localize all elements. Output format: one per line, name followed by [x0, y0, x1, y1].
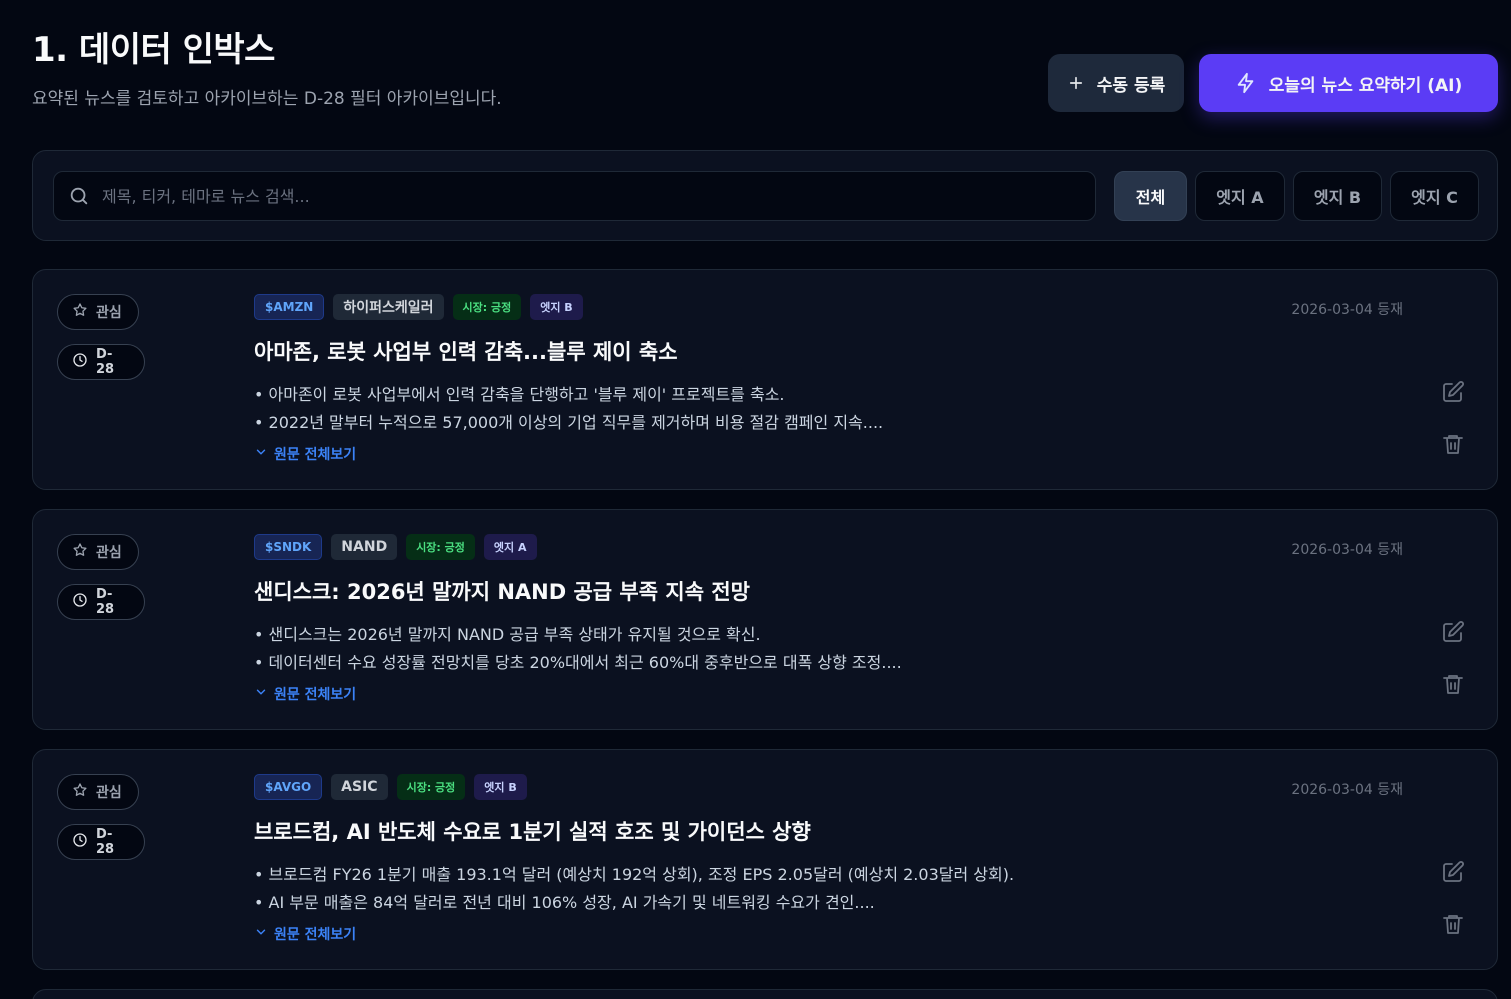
edge-tag: 엣지 B: [530, 294, 583, 320]
news-title: 브로드컴, AI 반도체 수요로 1분기 실적 호조 및 가이던스 상향: [254, 820, 811, 844]
market-sentiment-tag: 시장: 긍정: [396, 774, 466, 800]
manual-register-button[interactable]: 수동 등록: [1048, 54, 1184, 112]
dday-badge: D-28: [57, 584, 145, 620]
registered-date: 2026-03-04 등재: [1291, 782, 1403, 798]
clock-icon: [72, 832, 88, 852]
news-title: 아마존, 로봇 사업부 인력 감축...블루 제이 축소: [254, 340, 678, 364]
star-icon: [72, 542, 88, 562]
summary-bullet: • 아마존이 로봇 사업부에서 인력 감축을 단행하고 '블루 제이' 프로젝트…: [254, 385, 785, 404]
ticker-tag: $SNDK: [254, 534, 323, 560]
trash-icon[interactable]: [1441, 432, 1465, 456]
registered-date: 2026-03-04 등재: [1291, 302, 1403, 318]
market-sentiment-tag: 시장: 긍정: [406, 534, 475, 560]
news-card: 관심 D-28 $AVGO ASIC 시장: 긍정 엣지 B 2026-03-0…: [32, 749, 1498, 970]
chevron-down-icon: [254, 685, 268, 703]
manual-register-label: 수동 등록: [1096, 75, 1166, 96]
tag-row: $AVGO ASIC 시장: 긍정 엣지 B: [254, 774, 527, 800]
ai-summarize-button[interactable]: 오늘의 뉴스 요약하기 (AI): [1199, 54, 1498, 112]
edit-icon[interactable]: [1441, 620, 1465, 644]
news-title: 샌디스크: 2026년 말까지 NAND 공급 부족 지속 전망: [254, 580, 750, 604]
dday-badge: D-28: [57, 344, 145, 380]
summary-bullet: • 2022년 말부터 누적으로 57,000개 이상의 기업 직무를 제거하며…: [254, 413, 884, 432]
news-card-partial: [32, 989, 1498, 999]
filter-edge-b[interactable]: 엣지 B: [1293, 171, 1382, 221]
theme-tag: 하이퍼스케일러: [333, 294, 444, 320]
summary-bullets: • 브로드컴 FY26 1분기 매출 193.1억 달러 (예상치 192억 상…: [254, 861, 1014, 917]
filter-edge-a[interactable]: 엣지 A: [1195, 171, 1285, 221]
watch-toggle[interactable]: 관심: [57, 774, 139, 810]
clock-icon: [72, 592, 88, 612]
summary-bullet: • 샌디스크는 2026년 말까지 NAND 공급 부족 상태가 유지될 것으로…: [254, 625, 761, 644]
chevron-down-icon: [254, 445, 268, 463]
edge-tag: 엣지 B: [474, 774, 527, 800]
filter-edge-c[interactable]: 엣지 C: [1390, 171, 1479, 221]
dday-label: D-28: [96, 587, 115, 617]
filter-panel: 전체 엣지 A 엣지 B 엣지 C: [32, 150, 1498, 241]
watch-toggle[interactable]: 관심: [57, 534, 139, 570]
tag-row: $SNDK NAND 시장: 긍정 엣지 A: [254, 534, 537, 560]
summary-bullet: • 데이터센터 수요 성장률 전망치를 당초 20%대에서 최근 60%대 중후…: [254, 653, 902, 672]
ticker-tag: $AMZN: [254, 294, 325, 320]
page-title: 1. 데이터 인박스: [32, 30, 275, 70]
filter-all[interactable]: 전체: [1114, 171, 1187, 221]
watch-toggle[interactable]: 관심: [57, 294, 139, 330]
page-subtitle: 요약된 뉴스를 검토하고 아카이브하는 D-28 필터 아카이브입니다.: [32, 89, 502, 109]
ai-summarize-label: 오늘의 뉴스 요약하기 (AI): [1268, 75, 1463, 96]
search-icon: [68, 185, 90, 207]
news-card: 관심 D-28 $SNDK NAND 시장: 긍정 엣지 A 2026-03-0…: [32, 509, 1498, 730]
theme-tag: NAND: [331, 534, 398, 560]
edit-icon[interactable]: [1441, 380, 1465, 404]
plus-icon: [1067, 74, 1085, 92]
lightning-icon: [1235, 72, 1257, 94]
market-sentiment-tag: 시장: 긍정: [452, 294, 522, 320]
chevron-down-icon: [254, 925, 268, 943]
trash-icon[interactable]: [1441, 912, 1465, 936]
trash-icon[interactable]: [1441, 672, 1465, 696]
expand-original-link[interactable]: 원문 전체보기: [254, 444, 356, 464]
edge-tag: 엣지 A: [483, 534, 537, 560]
summary-bullets: • 샌디스크는 2026년 말까지 NAND 공급 부족 상태가 유지될 것으로…: [254, 621, 902, 677]
star-icon: [72, 782, 88, 802]
watch-label: 관심: [96, 545, 122, 561]
summary-bullets: • 아마존이 로봇 사업부에서 인력 감축을 단행하고 '블루 제이' 프로젝트…: [254, 381, 883, 437]
watch-label: 관심: [96, 305, 122, 321]
star-icon: [72, 302, 88, 322]
expand-label: 원문 전체보기: [274, 687, 357, 703]
edit-icon[interactable]: [1441, 860, 1465, 884]
expand-original-link[interactable]: 원문 전체보기: [254, 924, 356, 944]
theme-tag: ASIC: [331, 774, 388, 800]
expand-label: 원문 전체보기: [274, 447, 357, 463]
expand-original-link[interactable]: 원문 전체보기: [254, 684, 356, 704]
expand-label: 원문 전체보기: [274, 927, 357, 943]
summary-bullet: • 브로드컴 FY26 1분기 매출 193.1억 달러 (예상치 192억 상…: [254, 865, 1015, 884]
summary-bullet: • AI 부문 매출은 84억 달러로 전년 대비 106% 성장, AI 가속…: [254, 893, 875, 912]
tag-row: $AMZN 하이퍼스케일러 시장: 긍정 엣지 B: [254, 294, 583, 320]
dday-label: D-28: [96, 347, 115, 377]
news-card: 관심 D-28 $AMZN 하이퍼스케일러 시장: 긍정 엣지 B 2026-0…: [32, 269, 1498, 490]
ticker-tag: $AVGO: [254, 774, 323, 800]
dday-badge: D-28: [57, 824, 145, 860]
clock-icon: [72, 352, 88, 372]
registered-date: 2026-03-04 등재: [1291, 542, 1403, 558]
dday-label: D-28: [96, 827, 115, 857]
search-input[interactable]: [90, 172, 1095, 220]
watch-label: 관심: [96, 785, 122, 801]
page-header: 1. 데이터 인박스 요약된 뉴스를 검토하고 아카이브하는 D-28 필터 아…: [32, 30, 502, 109]
search-box: [53, 171, 1096, 221]
